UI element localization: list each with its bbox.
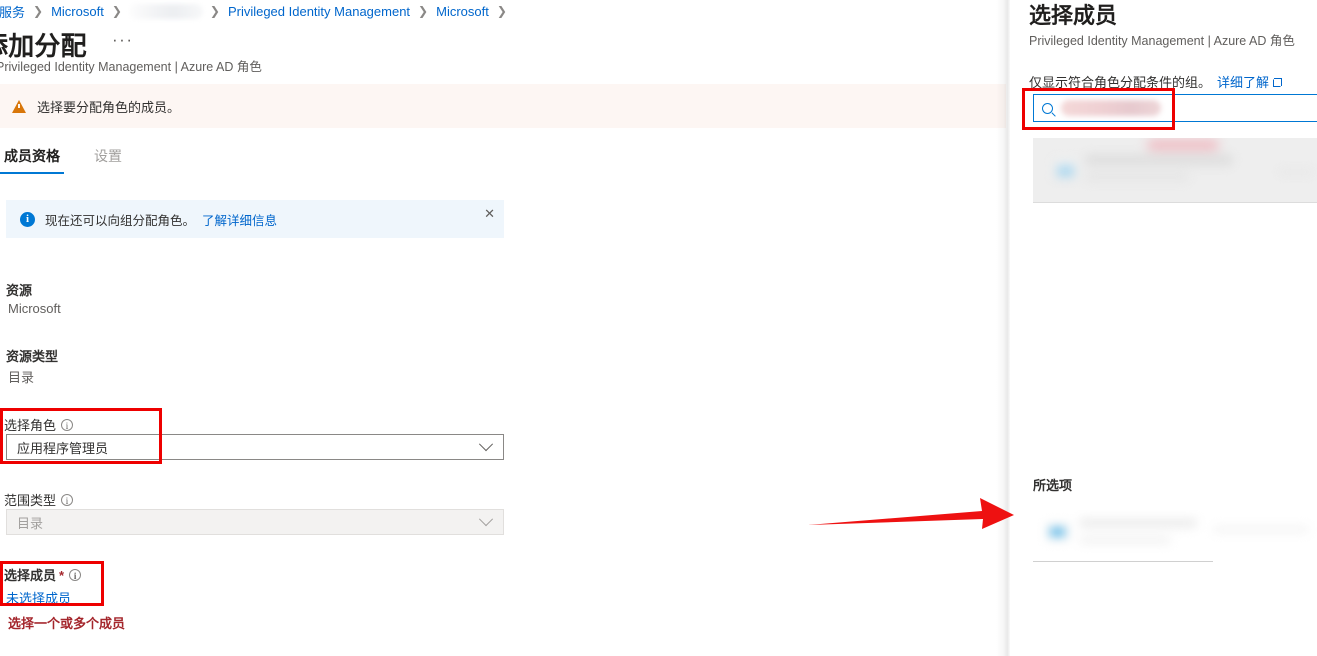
breadcrumb-item-pim[interactable]: Privileged Identity Management (227, 4, 411, 19)
warning-triangle-icon (12, 100, 26, 113)
scope-type-label-text: 范围类型 (4, 493, 56, 508)
search-icon (1042, 103, 1053, 114)
scope-type-dropdown: 目录 (6, 509, 504, 535)
breadcrumb-separator-icon: ❯ (112, 4, 122, 18)
group-icon (1052, 158, 1078, 179)
search-results-list[interactable] (1033, 138, 1317, 203)
required-indicator: * (59, 568, 64, 583)
list-item-subtitle-redacted (1085, 172, 1189, 182)
close-icon[interactable]: ✕ (484, 207, 495, 220)
select-member-label: 选择成员* i (4, 565, 81, 584)
breadcrumb-separator-icon: ❯ (497, 4, 507, 18)
resource-label: 资源 (6, 280, 32, 299)
selected-items-label: 所选项 (1033, 475, 1072, 494)
breadcrumb-separator-icon: ❯ (33, 4, 43, 18)
breadcrumb-item-microsoft[interactable]: Microsoft (50, 4, 105, 19)
info-tooltip-icon[interactable]: i (61, 494, 73, 506)
list-item-title-redacted (1085, 154, 1233, 166)
flyout-learn-more-link[interactable]: 详细了解 (1217, 75, 1269, 90)
info-icon: i (20, 212, 35, 227)
breadcrumb-item-microsoft-2[interactable]: Microsoft (435, 4, 490, 19)
info-learn-more-link[interactable]: 了解详细信息 (202, 210, 277, 229)
tab-bar: 成员资格 设置 (0, 146, 152, 178)
tab-membership[interactable]: 成员资格 (0, 146, 64, 174)
breadcrumb-item-all-services[interactable]: 所有服务 (0, 2, 26, 21)
warning-message-text: 选择要分配角色的成员。 (37, 97, 180, 116)
tab-settings[interactable]: 设置 (90, 146, 126, 174)
resource-value: Microsoft (8, 301, 61, 316)
resource-type-value: 目录 (8, 367, 34, 386)
select-role-label: 选择角色 i (4, 415, 73, 434)
blade-divider (996, 0, 1010, 656)
info-tooltip-icon[interactable]: i (69, 569, 81, 581)
resource-type-label: 资源类型 (6, 346, 58, 365)
list-item[interactable] (1033, 138, 1317, 200)
scope-type-value: 目录 (17, 513, 481, 532)
select-role-dropdown[interactable]: 应用程序管理员 (6, 434, 504, 460)
select-role-value: 应用程序管理员 (17, 438, 481, 457)
select-member-flyout: 选择成员 Privileged Identity Management | Az… (1010, 0, 1317, 656)
selected-items-list (1033, 510, 1317, 562)
group-icon (1046, 522, 1070, 542)
no-member-selected-link[interactable]: 未选择成员 (6, 588, 71, 607)
info-message-bar: i 现在还可以向组分配角色。 了解详细信息 ✕ (6, 200, 504, 238)
page-subtitle: Privileged Identity Management | Azure A… (0, 56, 262, 75)
warning-message-bar: 选择要分配角色的成员。 (0, 84, 1006, 128)
flyout-title: 选择成员 (1029, 0, 1117, 30)
member-validation-error: 选择一个或多个成员 (8, 613, 125, 632)
flyout-subtitle: Privileged Identity Management | Azure A… (1029, 30, 1295, 49)
search-input-redacted-value (1061, 100, 1161, 116)
external-link-icon (1273, 78, 1282, 87)
info-tooltip-icon[interactable]: i (61, 419, 73, 431)
list-divider (1033, 202, 1317, 203)
chevron-down-icon (479, 512, 493, 526)
select-role-label-text: 选择角色 (4, 418, 56, 433)
flyout-hint: 仅显示符合角色分配条件的组。详细了解 (1029, 72, 1282, 91)
selected-divider (1033, 561, 1213, 562)
flyout-hint-text: 仅显示符合角色分配条件的组。 (1029, 75, 1211, 90)
chevron-down-icon (479, 437, 493, 451)
list-item-meta-redacted (1279, 170, 1313, 174)
list-item-highlight-redacted (1147, 140, 1219, 150)
breadcrumb-separator-icon: ❯ (418, 4, 428, 18)
breadcrumb-item-redacted[interactable] (129, 4, 203, 19)
search-input[interactable] (1033, 94, 1317, 122)
select-member-label-text: 选择成员 (4, 568, 56, 583)
breadcrumb: 所有服务 ❯ Microsoft ❯ ❯ Privileged Identity… (0, 0, 1006, 22)
selected-item[interactable] (1033, 510, 1317, 560)
selected-item-meta-redacted (1213, 526, 1309, 533)
add-assignment-blade: 所有服务 ❯ Microsoft ❯ ❯ Privileged Identity… (0, 0, 1006, 656)
info-message-text: 现在还可以向组分配角色。 (45, 210, 195, 229)
breadcrumb-separator-icon: ❯ (210, 4, 220, 18)
scope-type-label: 范围类型 i (4, 490, 73, 509)
selected-item-title-redacted (1079, 518, 1197, 528)
more-options-button[interactable]: ··· (112, 30, 133, 50)
selected-item-subtitle-redacted (1079, 536, 1171, 544)
